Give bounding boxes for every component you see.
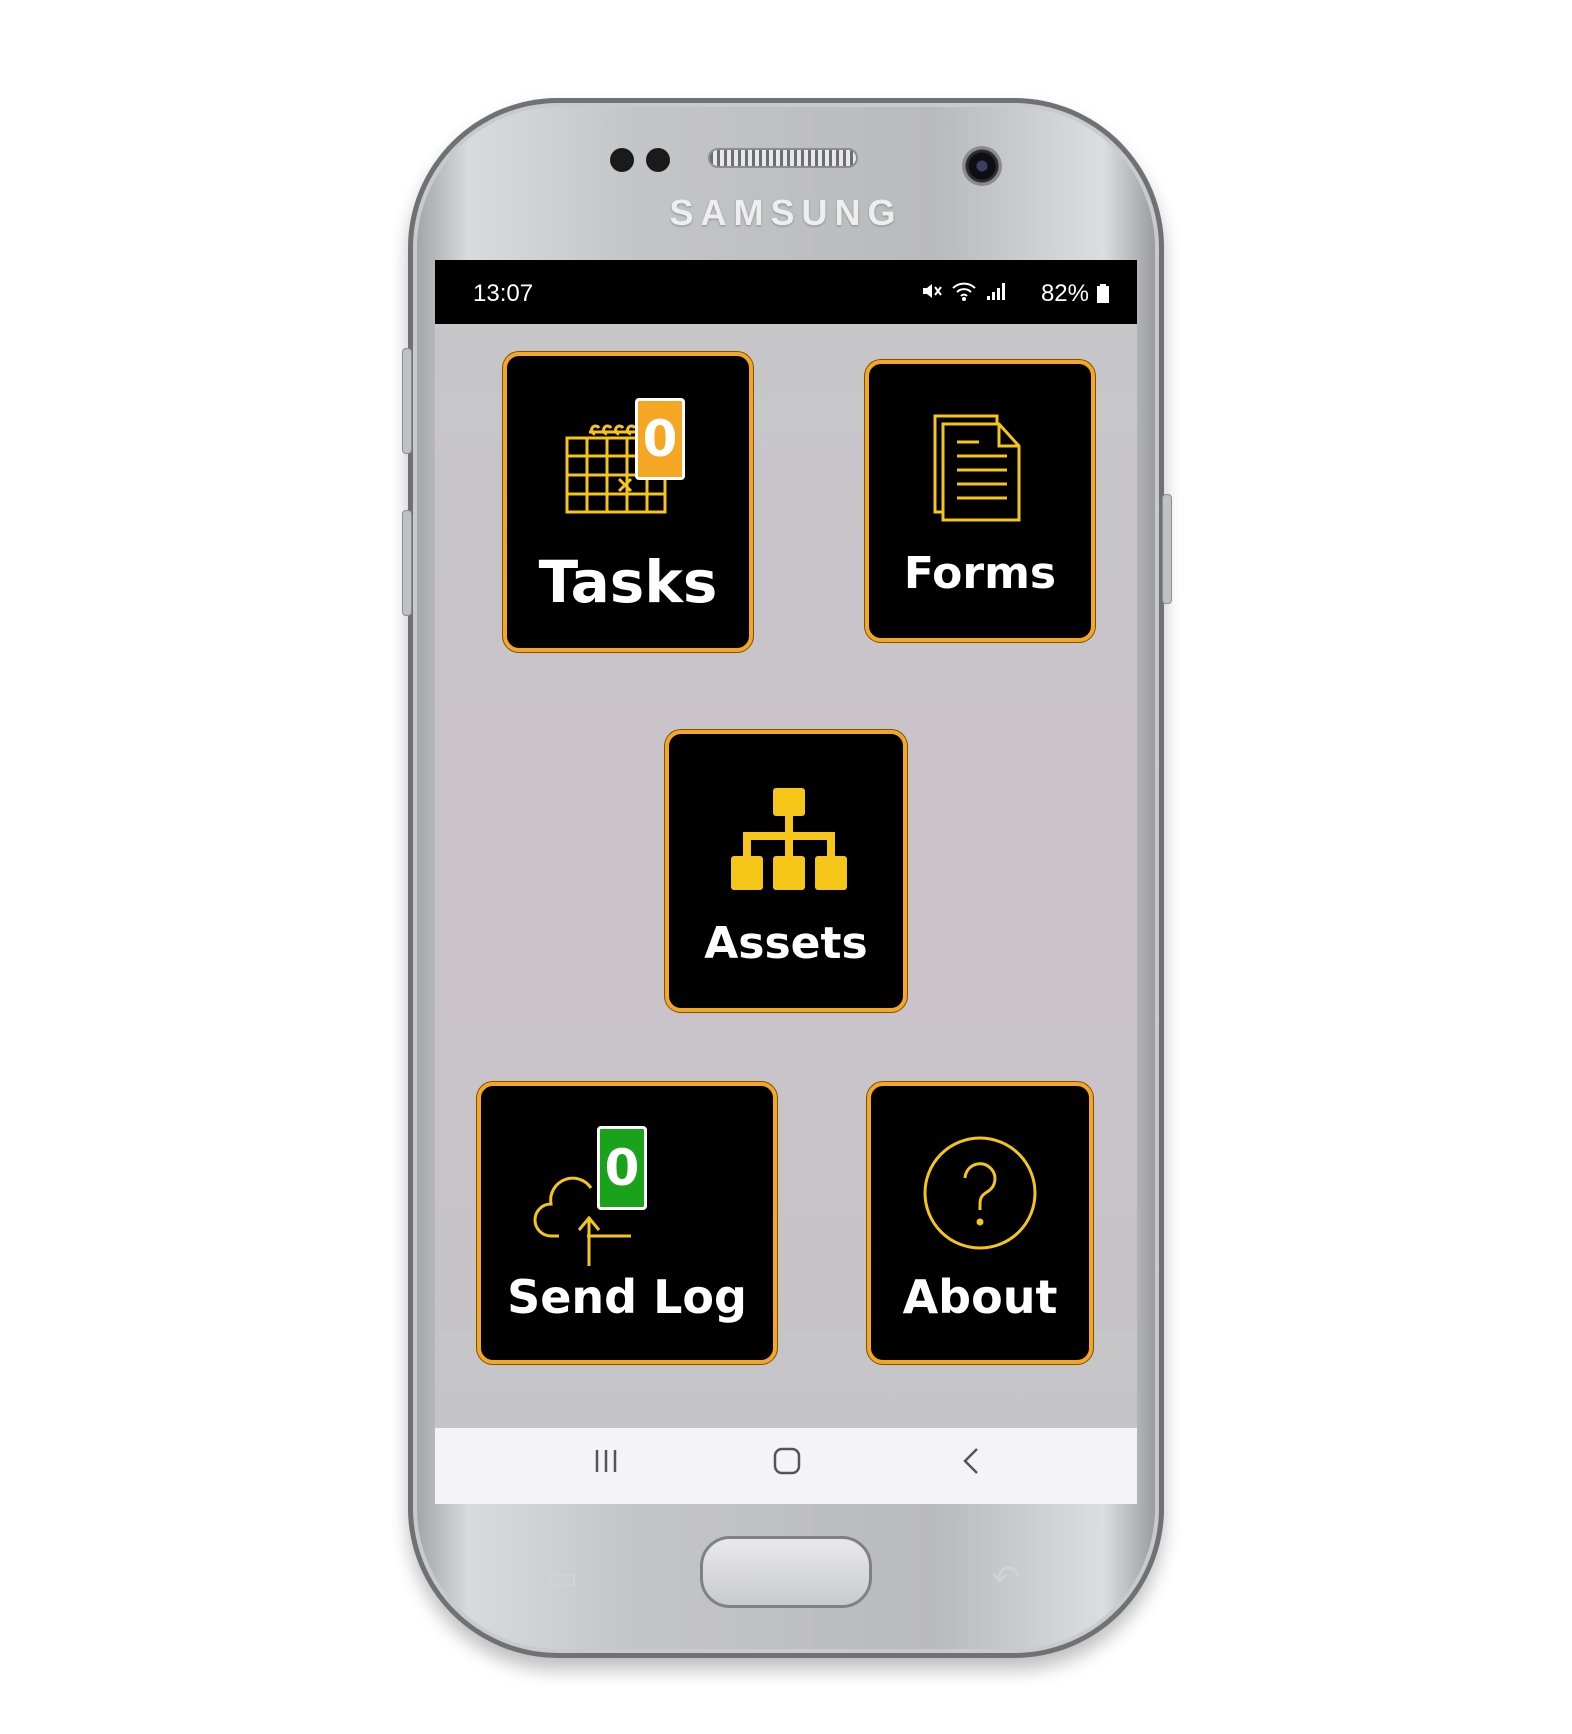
sensor-dot <box>646 148 670 172</box>
hardware-back-icon: ↶ <box>991 1559 1021 1597</box>
send-log-button[interactable]: 0 Send Log <box>477 1082 777 1364</box>
app-home: 0 Tasks Forms Assets 0 Send Log About <box>435 324 1137 1428</box>
back-icon[interactable] <box>957 1446 987 1476</box>
navigation-bar <box>435 1428 1137 1504</box>
bixby-button <box>402 510 412 616</box>
hardware-recents-icon: ▭ <box>545 1559 579 1597</box>
screen: 13:07 82% 0 Tasks Forms Assets 0 Send Lo… <box>435 260 1137 1504</box>
front-camera <box>962 146 1002 186</box>
document-icon <box>933 414 1021 522</box>
power-button <box>1162 494 1172 604</box>
assets-label: Assets <box>704 918 868 969</box>
battery-percent: 82% <box>1040 280 1089 307</box>
status-icons <box>921 280 1007 302</box>
status-time: 13:07 <box>473 280 534 307</box>
wifi-icon <box>952 282 976 301</box>
status-bar: 13:07 82% <box>435 260 1137 324</box>
hierarchy-icon <box>731 788 847 890</box>
earpiece-speaker <box>708 148 858 168</box>
tasks-label: Tasks <box>538 548 718 616</box>
hardware-home-button[interactable] <box>700 1536 872 1608</box>
sensor-dot <box>610 148 634 172</box>
volume-button <box>402 348 412 454</box>
send-log-badge: 0 <box>597 1126 647 1210</box>
about-label: About <box>902 1270 1058 1324</box>
about-button[interactable]: About <box>867 1082 1093 1364</box>
recents-icon[interactable] <box>591 1446 621 1476</box>
tasks-badge: 0 <box>635 398 685 480</box>
question-icon <box>923 1136 1037 1250</box>
brand-logo: SAMSUNG <box>669 192 903 233</box>
forms-button[interactable]: Forms <box>865 360 1095 642</box>
mute-icon <box>923 284 942 298</box>
forms-label: Forms <box>903 548 1057 599</box>
tasks-button[interactable]: 0 Tasks <box>503 352 753 652</box>
home-icon[interactable] <box>771 1446 803 1476</box>
battery-icon <box>1097 284 1109 303</box>
assets-button[interactable]: Assets <box>665 730 907 1012</box>
signal-icon <box>987 283 1005 300</box>
send-log-label: Send Log <box>507 1270 747 1324</box>
